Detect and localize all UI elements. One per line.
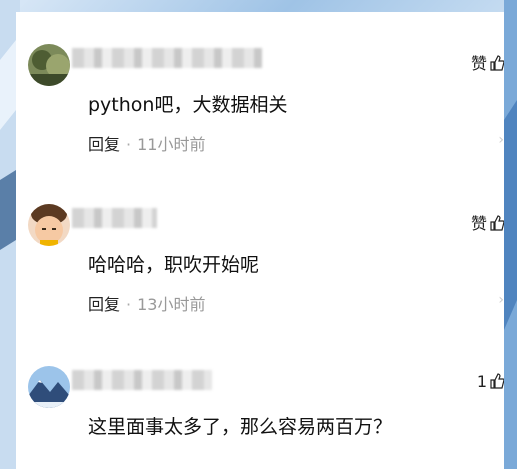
username-blurred[interactable] bbox=[72, 48, 262, 68]
landscape-avatar[interactable] bbox=[28, 44, 70, 86]
separator-dot: · bbox=[126, 135, 132, 154]
comment-item: 赞 python吧，大数据相关 回复 · 11小时前 › bbox=[16, 12, 504, 162]
like-count: 1 bbox=[476, 372, 487, 391]
reply-button[interactable]: 回复 bbox=[88, 135, 120, 154]
like-button[interactable]: 1 bbox=[477, 372, 504, 391]
comment-time: 13小时前 bbox=[137, 295, 206, 314]
like-button[interactable]: 赞 bbox=[471, 50, 504, 74]
separator-dot: · bbox=[126, 295, 132, 314]
username-blurred[interactable] bbox=[72, 370, 212, 390]
like-label: 赞 bbox=[470, 214, 487, 233]
comment-text: 哈哈哈，职吹开始呢 bbox=[88, 254, 260, 276]
comment-time: 11小时前 bbox=[137, 135, 206, 154]
comment-item: 赞 哈哈哈，职吹开始呢 回复 · 13小时前 › bbox=[16, 172, 504, 322]
comment-meta: 回复 · 13小时前 bbox=[88, 291, 205, 315]
like-button[interactable]: 赞 bbox=[471, 210, 504, 234]
comment-text: python吧，大数据相关 bbox=[88, 94, 288, 116]
username-blurred[interactable] bbox=[72, 208, 157, 228]
comment-meta: 回复 · 11小时前 bbox=[88, 131, 205, 155]
thumb-up-icon bbox=[490, 373, 504, 389]
mountain-avatar[interactable] bbox=[28, 366, 70, 408]
child-avatar[interactable] bbox=[28, 204, 70, 246]
chevron-right-icon[interactable]: › bbox=[498, 132, 504, 148]
thumb-up-icon bbox=[490, 215, 504, 231]
reply-button[interactable]: 回复 bbox=[88, 295, 120, 314]
chevron-right-icon[interactable]: › bbox=[498, 292, 504, 308]
thumb-up-icon bbox=[490, 55, 504, 71]
comment-text: 这里面事太多了，那么容易两百万？ bbox=[88, 416, 393, 438]
like-label: 赞 bbox=[470, 54, 487, 73]
comment-item: 1 这里面事太多了，那么容易两百万？ bbox=[16, 334, 504, 469]
comment-panel: 赞 python吧，大数据相关 回复 · 11小时前 › 赞 哈哈哈，职吹开始呢 回… bbox=[16, 12, 504, 469]
